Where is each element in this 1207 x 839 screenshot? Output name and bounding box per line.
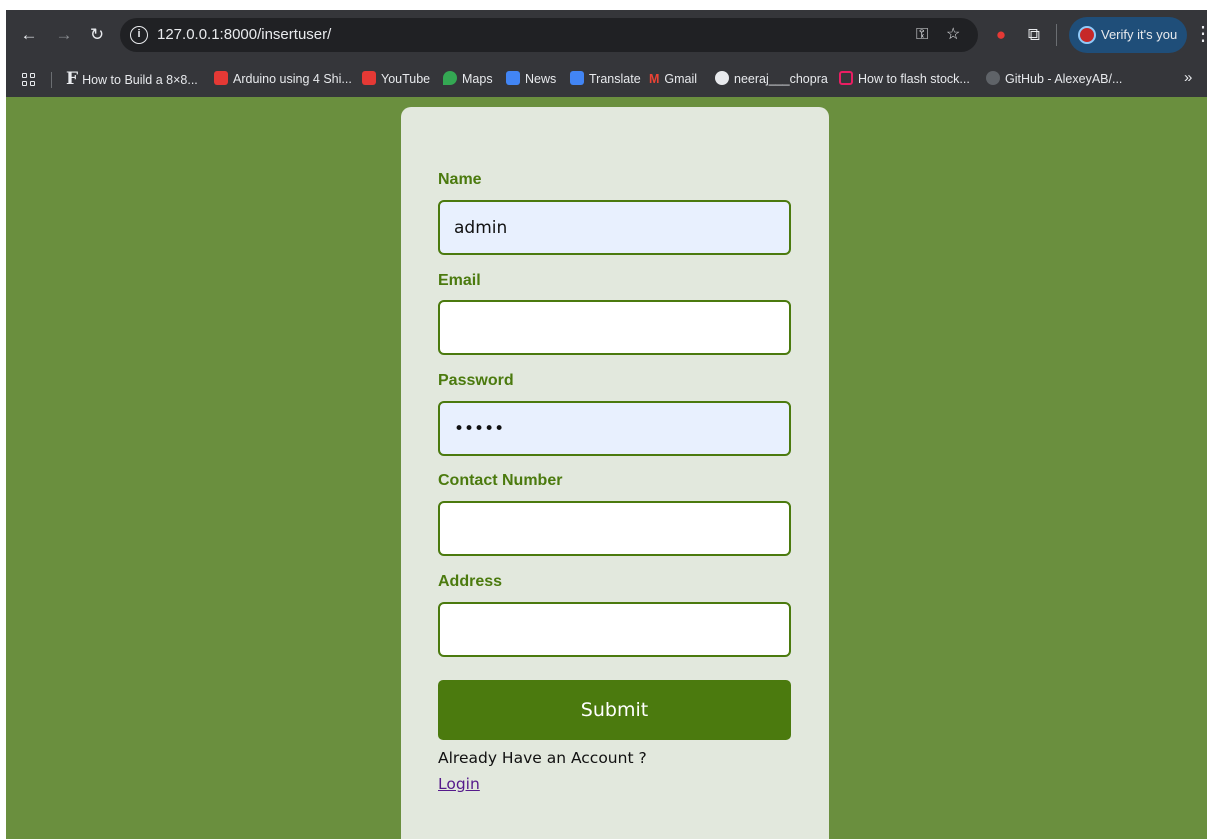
account-prompt: Already Have an Account ? xyxy=(438,749,647,767)
bookmarks-bar: F How to Build a 8×8... Arduino using 4 S… xyxy=(6,60,1207,97)
globe-icon xyxy=(715,71,729,85)
puzzle-icon[interactable]: ⧉ xyxy=(1022,23,1046,47)
bookmark-item[interactable]: Arduino using 4 Shi... xyxy=(214,69,352,89)
password-input[interactable] xyxy=(438,401,791,456)
youtube-icon xyxy=(214,71,228,85)
email-label: Email xyxy=(438,272,481,289)
gmail-icon: M xyxy=(649,72,660,86)
maps-icon xyxy=(443,71,457,85)
name-label: Name xyxy=(438,171,482,188)
news-icon xyxy=(506,71,520,85)
more-bookmarks-icon[interactable]: » xyxy=(1184,68,1192,88)
bookmark-item[interactable]: Maps xyxy=(443,69,493,89)
profile-button[interactable]: Verify it's you xyxy=(1069,17,1187,53)
bookmarks-divider xyxy=(51,72,52,88)
apps-grid-icon[interactable] xyxy=(22,73,36,87)
contact-number-input[interactable] xyxy=(438,501,791,556)
youtube-icon xyxy=(362,71,376,85)
address-bar[interactable]: i 127.0.0.1:8000/insertuser/ ⚿ ☆ xyxy=(120,18,978,52)
menu-icon[interactable]: ⋮ xyxy=(1193,22,1207,46)
site-info-icon[interactable]: i xyxy=(130,26,148,44)
extension-icon[interactable]: ● xyxy=(989,23,1013,47)
bookmark-item[interactable]: neeraj___chopra xyxy=(715,69,828,89)
password-label: Password xyxy=(438,372,514,389)
bracket-icon xyxy=(839,71,853,85)
page-background: Name Email Password Contact Number Addre… xyxy=(6,97,1207,839)
bookmark-item[interactable]: YouTube xyxy=(362,69,430,89)
bookmark-label: News xyxy=(525,72,557,86)
bookmark-label: How to Build a 8×8... xyxy=(82,73,198,87)
submit-button[interactable]: Submit xyxy=(438,680,791,740)
back-icon[interactable]: ← xyxy=(18,24,40,46)
bookmark-item[interactable]: M Gmail xyxy=(649,69,697,89)
toolbar-divider xyxy=(1056,24,1057,46)
password-key-icon[interactable]: ⚿ xyxy=(916,25,928,45)
bookmark-label: Translate xyxy=(589,72,641,86)
email-input[interactable] xyxy=(438,300,791,355)
profile-button-label: Verify it's you xyxy=(1101,27,1178,42)
address-label: Address xyxy=(438,573,503,590)
browser-chrome: ← → ↻ i 127.0.0.1:8000/insertuser/ ⚿ ☆ ●… xyxy=(6,10,1207,97)
bookmark-label: YouTube xyxy=(381,72,431,86)
reload-icon[interactable]: ↻ xyxy=(86,24,108,46)
bookmark-item[interactable]: GitHub - AlexeyAB/... xyxy=(986,69,1122,89)
url-text[interactable]: 127.0.0.1:8000/insertuser/ xyxy=(157,26,331,44)
bookmark-label: Maps xyxy=(462,72,493,86)
browser-toolbar: ← → ↻ i 127.0.0.1:8000/insertuser/ ⚿ ☆ ●… xyxy=(6,10,1207,60)
bookmark-item[interactable]: F How to Build a 8×8... xyxy=(66,69,198,89)
bookmark-label: How to flash stock... xyxy=(858,72,970,86)
login-link[interactable]: Login xyxy=(438,774,480,794)
bookmark-label: neeraj___chopra xyxy=(734,72,828,86)
translate-icon xyxy=(570,71,584,85)
bookmark-label: GitHub - AlexeyAB/... xyxy=(1005,72,1123,86)
bookmark-label: Gmail xyxy=(664,72,698,86)
bookmark-star-icon[interactable]: ☆ xyxy=(946,25,960,45)
address-input[interactable] xyxy=(438,602,791,657)
bookmark-label: Arduino using 4 Shi... xyxy=(233,72,352,86)
name-input[interactable] xyxy=(438,200,791,255)
signup-form-card: Name Email Password Contact Number Addre… xyxy=(401,107,829,839)
bookmark-item[interactable]: News xyxy=(506,69,556,89)
contact-number-label: Contact Number xyxy=(438,472,563,489)
bookmark-item[interactable]: How to flash stock... xyxy=(839,69,970,89)
f-icon: F xyxy=(66,69,79,89)
forward-icon[interactable]: → xyxy=(53,24,75,46)
github-icon xyxy=(986,71,1000,85)
bookmark-item[interactable]: Translate xyxy=(570,69,641,89)
avatar xyxy=(1078,26,1096,44)
